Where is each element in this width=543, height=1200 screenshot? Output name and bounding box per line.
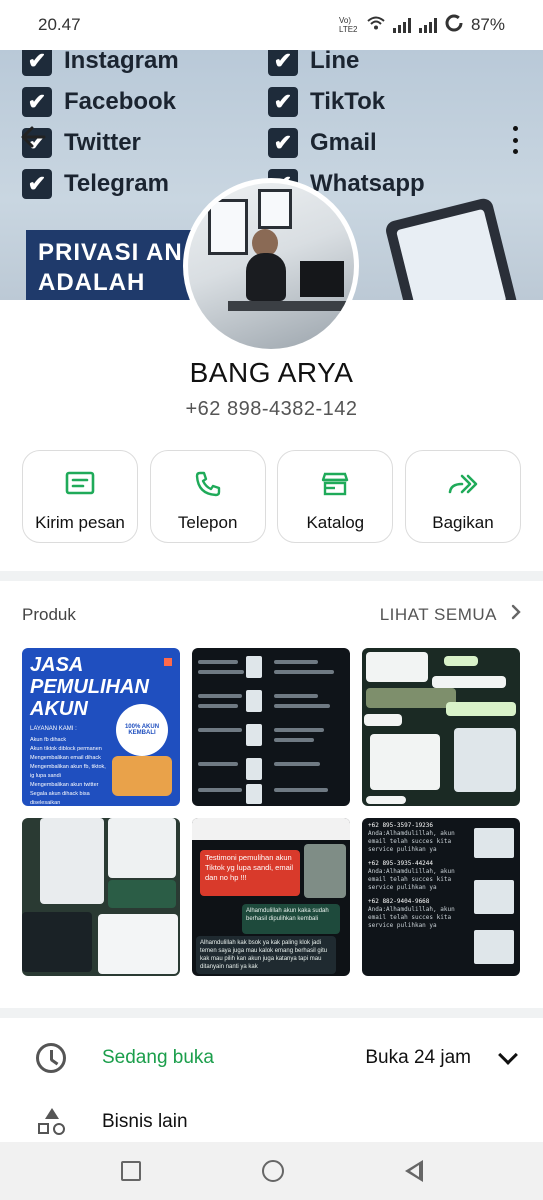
product-tile[interactable]: Testimoni pemulihan akun Tiktok yg lupa … — [192, 818, 350, 976]
home-icon[interactable] — [261, 1160, 284, 1182]
open-status: Sedang buka — [102, 1047, 214, 1068]
clock-icon — [36, 1043, 66, 1073]
cover-check-item: ✔ Line — [268, 50, 425, 81]
list-item: Mengembalikan akun fb, tiktok, ig lupa s… — [30, 764, 106, 779]
message-button[interactable]: Kirim pesan — [22, 450, 138, 543]
tile-badge: 100% AKUN KEMBALI — [116, 704, 168, 756]
network-label: Vo) LTE2 — [338, 16, 358, 34]
business-hours-row[interactable]: Sedang buka Buka 24 jam — [0, 1024, 543, 1092]
battery-percent: 87% — [470, 15, 505, 34]
signal-icon — [392, 17, 411, 33]
battery-icon — [445, 14, 463, 37]
list-item: Akun tiktok diblock permanen — [30, 746, 102, 752]
checkbox-icon: ✔ — [268, 127, 298, 158]
section-divider — [0, 571, 543, 581]
back-arrow-icon[interactable] — [18, 122, 50, 154]
call-button[interactable]: Telepon — [149, 450, 266, 543]
status-time: 20.47 — [38, 15, 81, 34]
product-tile[interactable]: JASA PEMULIHAN AKUN LAYANAN KAMI : Akun … — [22, 648, 180, 806]
product-tile[interactable] — [192, 648, 350, 806]
products-header: Produk LIHAT SEMUA — [22, 604, 521, 625]
action-buttons: Kirim pesan Telepon Katalog Bagikan — [22, 450, 521, 543]
checkbox-icon: ✔ — [22, 50, 52, 76]
product-tile[interactable] — [362, 648, 520, 806]
products-title: Produk — [22, 604, 76, 624]
tile-photo — [304, 844, 346, 898]
profile-phone: +62 898-4382-142 — [185, 398, 358, 420]
avatar-photo — [188, 183, 354, 349]
message-button-label: Kirim pesan — [35, 513, 125, 532]
list-item: +62 895-3597-19236 — [368, 822, 434, 829]
list-item: +62 882-9404-9668 — [368, 898, 430, 905]
catalog-button[interactable]: Katalog — [277, 450, 394, 543]
tile-illustration — [112, 756, 172, 796]
call-button-label: Telepon — [177, 513, 238, 532]
list-item: Mengembalikan akun twitter — [30, 782, 99, 788]
more-options-icon[interactable] — [507, 126, 523, 154]
tile-testimonial-message: Alhamdulillah kak bsok ya kak paling klo… — [196, 936, 336, 974]
list-item: Anda:Alhamdulillah, akun email telah suc… — [368, 906, 455, 929]
list-item: Anda:Alhamdulillah, akun email telah suc… — [368, 830, 455, 853]
cover-check-item: ✔ Telegram — [22, 163, 179, 204]
business-profile-screen: 20.47 Vo) LTE2 87% ✔ Instagram ✔ Facebook … — [0, 0, 543, 1200]
cover-check-item: ✔ Facebook — [22, 81, 179, 122]
avatar[interactable] — [183, 178, 359, 354]
system-navigation-bar — [0, 1142, 543, 1200]
recent-apps-icon[interactable] — [120, 1161, 141, 1181]
cover-check-item: ✔ Gmail — [268, 122, 425, 163]
tile-topbar — [192, 818, 350, 840]
tile-testimonial-reply: Alhamdulillah akun kaka sudah berhasil d… — [242, 904, 340, 934]
signal-icon-2 — [418, 17, 437, 33]
list-item: Anda:Alhamdulillah, akun email telah suc… — [368, 868, 455, 891]
tablet-illustration — [383, 196, 523, 300]
cover-check-item: ✔ TikTok — [268, 81, 425, 122]
checkbox-icon: ✔ — [22, 86, 52, 117]
status-icons: Vo) LTE2 87% — [339, 14, 505, 37]
see-all-link[interactable]: LIHAT SEMUA — [380, 604, 521, 625]
list-item: Segala akun dihack bisa diselesaikan — [30, 791, 90, 806]
product-tile[interactable] — [22, 818, 180, 976]
section-divider — [0, 1008, 543, 1018]
checkbox-icon: ✔ — [22, 168, 52, 199]
share-button-label: Bagikan — [432, 513, 494, 532]
see-all-label: LIHAT SEMUA — [379, 604, 497, 624]
checkbox-icon: ✔ — [268, 50, 298, 76]
open-hours: Buka 24 jam — [365, 1047, 471, 1068]
status-bar: 20.47 Vo) LTE2 87% — [0, 0, 543, 50]
list-item: +62 895-3935-44244 — [368, 860, 434, 867]
store-icon — [319, 469, 351, 499]
phone-icon — [192, 469, 224, 499]
catalog-button-label: Katalog — [306, 513, 365, 532]
share-icon — [447, 469, 479, 499]
chevron-down-icon[interactable] — [498, 1045, 518, 1065]
cover-check-item: ✔ Instagram — [22, 50, 179, 81]
other-business-label: Bisnis lain — [102, 1111, 188, 1132]
chevron-right-icon — [511, 604, 521, 625]
tile-tag-marker — [164, 658, 172, 666]
wifi-icon — [367, 15, 385, 35]
tile-service-list: Akun fb dihack Akun tiktok diblock perma… — [30, 736, 108, 806]
back-icon[interactable] — [404, 1160, 423, 1182]
profile-name: BANG ARYA — [189, 357, 354, 388]
share-button[interactable]: Bagikan — [404, 450, 521, 543]
list-item: Akun fb dihack — [30, 737, 67, 743]
other-business-row[interactable]: Bisnis lain — [0, 1100, 543, 1144]
tile-testimonial-title: Testimoni pemulihan akun Tiktok yg lupa … — [200, 850, 300, 896]
category-shapes-icon — [38, 1108, 66, 1136]
message-icon — [64, 469, 96, 499]
cover-banner: PRIVASI AN ADALAH PRIORITAS — [26, 230, 196, 300]
list-item: Mengembalikan email dihack — [30, 755, 101, 761]
product-grid: JASA PEMULIHAN AKUN LAYANAN KAMI : Akun … — [22, 648, 521, 976]
product-tile[interactable]: +62 895-3597-19236 Anda:Alhamdulillah, a… — [362, 818, 520, 976]
checkbox-icon: ✔ — [268, 86, 298, 117]
